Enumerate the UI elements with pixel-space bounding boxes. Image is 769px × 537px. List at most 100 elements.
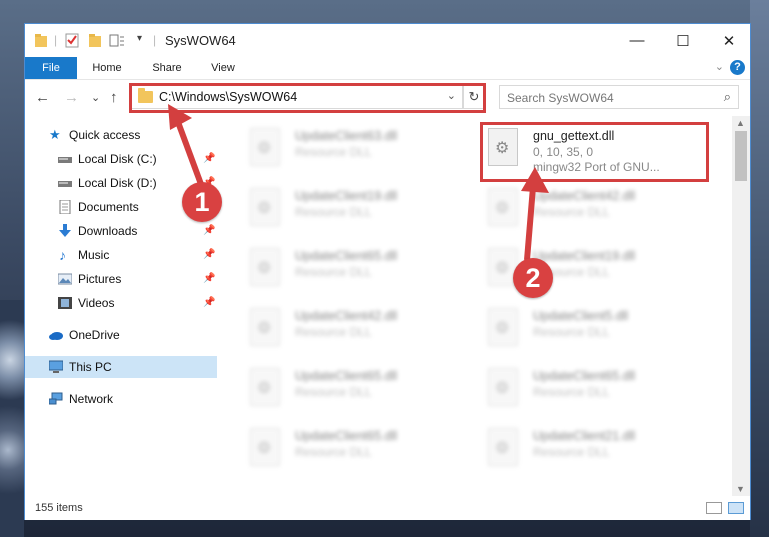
sidebar-item-label: Local Disk (C:) bbox=[78, 152, 157, 166]
sidebar-item-label: OneDrive bbox=[69, 328, 120, 342]
file-name: UpdateClient42.dll bbox=[295, 309, 398, 323]
folder-icon bbox=[35, 34, 47, 47]
file-type: Resource DLL bbox=[295, 205, 372, 219]
tab-share[interactable]: Share bbox=[145, 57, 189, 79]
dll-file-icon bbox=[488, 368, 518, 406]
list-item[interactable]: UpdateClient19.dll Resource DLL bbox=[245, 184, 470, 234]
help-button[interactable]: ? bbox=[730, 60, 745, 75]
desktop-background-left bbox=[0, 300, 24, 537]
step-1-badge: 1 bbox=[182, 182, 222, 222]
list-item[interactable]: UpdateClient65.dll Resource DLL bbox=[483, 364, 708, 414]
file-type: Resource DLL bbox=[295, 265, 372, 279]
back-arrow-icon[interactable]: ← bbox=[35, 89, 50, 106]
list-item[interactable]: UpdateClient65.dll Resource DLL bbox=[245, 244, 470, 294]
sidebar-item-label: Local Disk (D:) bbox=[78, 176, 157, 190]
pictures-icon bbox=[58, 273, 72, 285]
sidebar-item-pictures[interactable]: Pictures 📌 bbox=[25, 268, 217, 290]
file-name: UpdateClient65.dll bbox=[295, 429, 398, 443]
drive-icon bbox=[58, 157, 72, 163]
dll-file-icon bbox=[250, 428, 280, 466]
file-explorer-window: | ▾ | SysWOW64 — ☐ ✕ File Home Share Vie… bbox=[24, 23, 751, 520]
list-item[interactable]: UpdateClient65.dll Resource DLL bbox=[245, 424, 470, 474]
sidebar-item-videos[interactable]: Videos 📌 bbox=[25, 292, 217, 314]
large-icons-view-icon[interactable] bbox=[728, 502, 744, 514]
pin-icon: 📌 bbox=[203, 297, 216, 308]
scroll-down-icon[interactable]: ▼ bbox=[736, 484, 745, 494]
file-name: UpdateClient21.dll bbox=[533, 429, 636, 443]
tab-file[interactable]: File bbox=[25, 57, 77, 79]
search-input[interactable]: Search SysWOW64 ⌕ bbox=[499, 85, 739, 109]
pin-icon: 📌 bbox=[203, 225, 216, 236]
recent-locations-icon[interactable]: ⌄ bbox=[91, 91, 100, 104]
sidebar-item-label: Quick access bbox=[69, 128, 141, 142]
sidebar-item-onedrive[interactable]: OneDrive bbox=[25, 324, 217, 346]
list-item[interactable]: UpdateClient65.dll Resource DLL bbox=[245, 364, 470, 414]
search-icon: ⌕ bbox=[723, 89, 731, 104]
title-bar: | ▾ | SysWOW64 — ☐ ✕ bbox=[25, 24, 750, 57]
sidebar-item-label: Pictures bbox=[78, 272, 122, 286]
new-folder-icon[interactable] bbox=[88, 33, 102, 48]
dll-file-icon bbox=[488, 428, 518, 466]
list-item[interactable]: UpdateClient5.dll Resource DLL bbox=[483, 304, 708, 354]
sidebar-item-label: Downloads bbox=[78, 224, 138, 238]
pin-icon: 📌 bbox=[203, 273, 216, 284]
tab-view[interactable]: View bbox=[201, 57, 245, 79]
videos-icon bbox=[58, 297, 72, 309]
scrollbar-thumb[interactable] bbox=[735, 131, 747, 181]
forward-arrow-icon[interactable]: → bbox=[64, 89, 79, 106]
file-type: Resource DLL bbox=[533, 445, 610, 459]
tab-home[interactable]: Home bbox=[85, 57, 129, 79]
details-view-icon[interactable] bbox=[706, 502, 722, 514]
item-count: 155 items bbox=[35, 502, 83, 514]
dll-file-icon bbox=[250, 188, 280, 226]
download-icon bbox=[59, 224, 71, 237]
cloud-icon bbox=[49, 332, 63, 340]
list-item[interactable]: UpdateClient21.dll Resource DLL bbox=[483, 424, 708, 474]
sidebar-item-label: Documents bbox=[78, 200, 139, 214]
list-item[interactable]: UpdateClient42.dll Resource DLL bbox=[245, 304, 470, 354]
window-title: SysWOW64 bbox=[165, 33, 236, 48]
customize-toolbar-icon[interactable]: ▾ bbox=[137, 33, 142, 44]
file-type: Resource DLL bbox=[295, 445, 372, 459]
documents-icon bbox=[59, 200, 71, 214]
sidebar-item-label: This PC bbox=[69, 360, 112, 374]
file-type: Resource DLL bbox=[295, 385, 372, 399]
properties-icon[interactable] bbox=[65, 33, 79, 48]
file-name: UpdateClient65.dll bbox=[295, 369, 398, 383]
list-item[interactable]: UpdateClient63.dll Resource DLL bbox=[245, 124, 470, 174]
dll-file-icon bbox=[488, 308, 518, 346]
sidebar-item-label: Music bbox=[78, 248, 110, 262]
search-placeholder: Search SysWOW64 bbox=[507, 91, 614, 105]
file-name: UpdateClient5.dll bbox=[533, 309, 629, 323]
file-name: UpdateClient19.dll bbox=[295, 189, 398, 203]
vertical-scrollbar[interactable]: ▲ ▼ bbox=[732, 116, 750, 496]
file-type: Resource DLL bbox=[533, 325, 610, 339]
file-name: UpdateClient65.dll bbox=[295, 249, 398, 263]
sidebar-item-downloads[interactable]: Downloads 📌 bbox=[25, 220, 217, 242]
desktop-background-right bbox=[750, 0, 769, 537]
music-icon: ♪ bbox=[59, 247, 66, 263]
dll-file-icon bbox=[250, 248, 280, 286]
sidebar-item-label: Videos bbox=[78, 296, 115, 310]
dll-file-icon bbox=[250, 128, 280, 166]
scroll-up-icon[interactable]: ▲ bbox=[736, 118, 745, 128]
maximize-button[interactable]: ☐ bbox=[660, 24, 706, 57]
sidebar-item-network[interactable]: Network bbox=[25, 388, 217, 410]
file-type: Resource DLL bbox=[533, 385, 610, 399]
rename-icon[interactable] bbox=[109, 33, 125, 48]
network-icon bbox=[49, 392, 63, 405]
minimize-button[interactable]: — bbox=[614, 24, 660, 57]
expand-ribbon-icon[interactable]: ⌄ bbox=[715, 60, 724, 73]
step-2-badge: 2 bbox=[513, 258, 553, 298]
close-button[interactable]: ✕ bbox=[706, 24, 752, 57]
star-icon: ★ bbox=[49, 127, 61, 142]
computer-icon bbox=[49, 360, 63, 373]
sidebar-item-label: Network bbox=[69, 392, 114, 406]
file-name: UpdateClient65.dll bbox=[533, 369, 636, 383]
file-name: UpdateClient63.dll bbox=[295, 129, 398, 143]
pin-icon: 📌 bbox=[203, 249, 216, 260]
title-separator: | bbox=[54, 33, 58, 47]
sidebar-item-music[interactable]: ♪ Music 📌 bbox=[25, 244, 217, 266]
up-arrow-icon[interactable]: ↑ bbox=[110, 89, 118, 106]
sidebar-item-this-pc[interactable]: This PC bbox=[25, 356, 217, 378]
